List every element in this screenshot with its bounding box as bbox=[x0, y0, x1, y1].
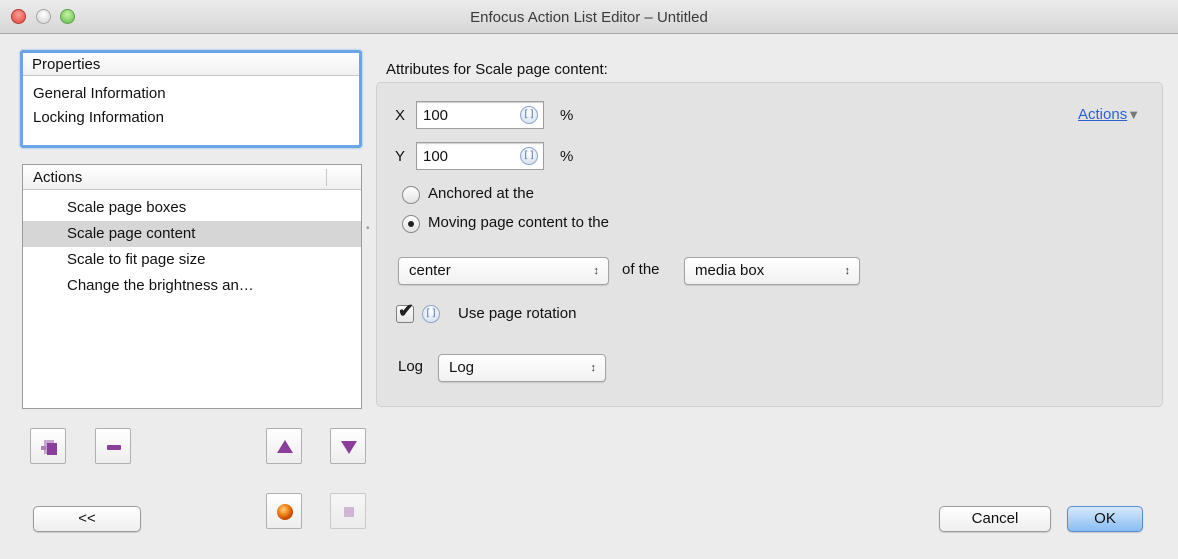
of-the-label: of the bbox=[622, 261, 660, 278]
log-select-value: Log bbox=[449, 359, 475, 376]
ok-button[interactable]: OK bbox=[1067, 506, 1143, 532]
record-button[interactable] bbox=[266, 493, 302, 529]
position-select-value: center bbox=[409, 262, 451, 279]
checkmark-icon: ✔ bbox=[398, 301, 414, 322]
stop-button[interactable] bbox=[330, 493, 366, 529]
remove-action-icon bbox=[107, 445, 121, 450]
log-select-arrows-icon: ↕ bbox=[590, 362, 597, 374]
move-down-button[interactable] bbox=[330, 428, 366, 464]
log-select[interactable]: Log ↕ bbox=[438, 354, 606, 382]
actions-link-text[interactable]: Actions bbox=[1078, 106, 1127, 123]
add-action-icon bbox=[41, 440, 57, 455]
x-unit-label: % bbox=[560, 107, 574, 124]
window-title: Enfocus Action List Editor – Untitled bbox=[470, 9, 708, 26]
y-unit-label: % bbox=[560, 148, 574, 165]
remove-action-button[interactable] bbox=[95, 428, 131, 464]
y-input-value: 100 bbox=[423, 148, 449, 165]
collapse-button[interactable]: << bbox=[33, 506, 141, 532]
record-icon bbox=[277, 504, 293, 520]
move-down-icon bbox=[341, 441, 357, 454]
y-label: Y bbox=[395, 148, 406, 165]
column-separator bbox=[326, 169, 327, 186]
box-select-arrows-icon: ↕ bbox=[844, 265, 851, 277]
x-variable-icon[interactable]: [] bbox=[520, 106, 538, 124]
anchored-radio[interactable] bbox=[402, 186, 420, 204]
x-label: X bbox=[395, 107, 406, 124]
box-select-value: media box bbox=[695, 262, 765, 279]
box-select[interactable]: media box ↕ bbox=[684, 257, 860, 285]
stop-icon bbox=[344, 507, 354, 517]
action-item-scale-to-fit-page-size[interactable]: Scale to fit page size bbox=[23, 247, 361, 273]
properties-item-general-information[interactable]: General Information bbox=[33, 82, 166, 106]
properties-list[interactable]: Properties General Information Locking I… bbox=[20, 50, 362, 148]
actions-menu-link[interactable]: Actions▼ bbox=[1078, 104, 1140, 126]
position-select-arrows-icon: ↕ bbox=[593, 265, 600, 277]
use-page-rotation-checkbox[interactable]: ✔ bbox=[396, 301, 414, 323]
action-item-scale-page-boxes[interactable]: Scale page boxes bbox=[23, 195, 361, 221]
move-up-button[interactable] bbox=[266, 428, 302, 464]
use-page-rotation-label[interactable]: Use page rotation bbox=[458, 303, 576, 325]
log-label: Log bbox=[398, 358, 424, 375]
position-select[interactable]: center ↕ bbox=[398, 257, 609, 285]
action-item-change-brightness[interactable]: Change the brightness an… bbox=[23, 273, 361, 299]
action-item-scale-page-content[interactable]: Scale page content bbox=[23, 221, 361, 247]
x-input-value: 100 bbox=[423, 107, 449, 124]
move-up-icon bbox=[277, 440, 293, 453]
properties-item-locking-information[interactable]: Locking Information bbox=[33, 106, 164, 130]
actions-header-label: Actions bbox=[33, 169, 83, 186]
actions-header: Actions bbox=[23, 165, 361, 190]
rotation-variable-icon[interactable]: [] bbox=[422, 305, 440, 323]
y-variable-icon[interactable]: [] bbox=[520, 147, 538, 165]
attributes-title: Attributes for Scale page content: bbox=[386, 61, 608, 78]
add-action-button[interactable] bbox=[30, 428, 66, 464]
attributes-panel: X 100 [] % Actions▼ Y 100 [] % Anchored … bbox=[376, 82, 1163, 407]
moving-content-radio-label[interactable]: Moving page content to the bbox=[428, 212, 609, 234]
properties-header: Properties bbox=[23, 53, 359, 76]
cancel-button[interactable]: Cancel bbox=[939, 506, 1051, 532]
actions-dropdown-arrow-icon[interactable]: ▼ bbox=[1127, 107, 1140, 122]
anchored-radio-label[interactable]: Anchored at the bbox=[428, 183, 534, 205]
splitter-handle[interactable]: • bbox=[366, 224, 372, 234]
moving-content-radio[interactable] bbox=[402, 215, 420, 233]
actions-list[interactable]: Actions Scale page boxes Scale page cont… bbox=[22, 164, 362, 409]
